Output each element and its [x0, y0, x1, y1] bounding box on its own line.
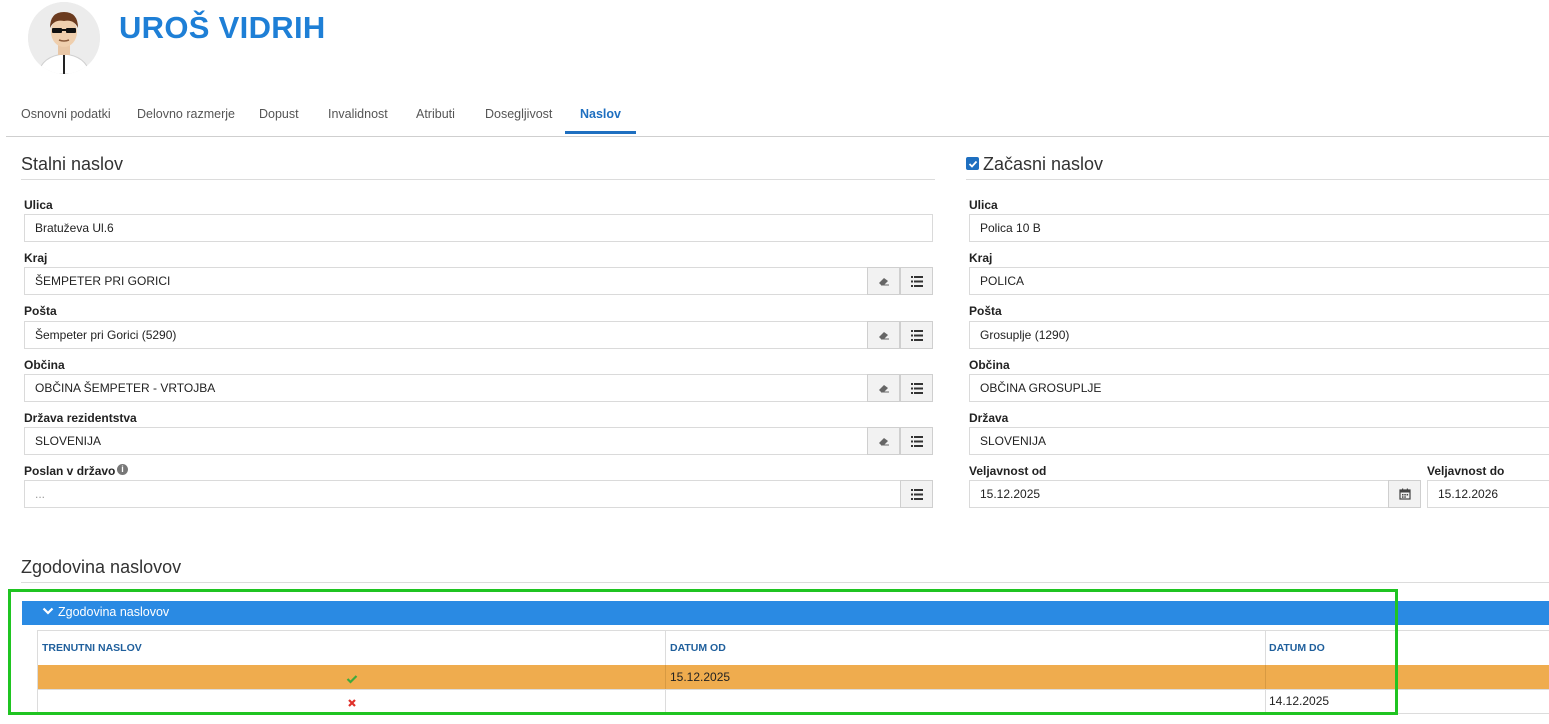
- permanent-country-list-button[interactable]: [900, 427, 933, 455]
- permanent-address-title: Stalni naslov: [21, 154, 124, 174]
- permanent-country-clear-button[interactable]: [867, 427, 900, 455]
- permanent-post-list-button[interactable]: [900, 321, 933, 349]
- permanent-sent-input[interactable]: ...: [24, 480, 901, 508]
- permanent-region-label: Kraj: [24, 251, 48, 265]
- list-icon: [910, 382, 923, 394]
- list-icon: [910, 435, 923, 447]
- temporary-municipality-input[interactable]: OBČINA GROSUPLJE: [969, 374, 1549, 402]
- eraser-icon: [878, 278, 889, 286]
- permanent-street-input[interactable]: Bratuževa Ul.6: [24, 214, 933, 242]
- tab-atributi[interactable]: Atributi: [416, 96, 455, 134]
- valid-from-calendar-button[interactable]: [1388, 480, 1421, 508]
- temporary-country-label: Država: [969, 411, 1009, 425]
- permanent-municipality-input[interactable]: OBČINA ŠEMPETER - VRTOJBA: [24, 374, 868, 402]
- user-avatar-icon: [28, 2, 100, 74]
- permanent-municipality-label: Občina: [24, 358, 65, 372]
- temporary-region-input[interactable]: POLICA: [969, 267, 1549, 295]
- temporary-post-label: Pošta: [969, 304, 1002, 318]
- valid-from-input[interactable]: 15.12.2025: [969, 480, 1389, 508]
- avatar: [28, 2, 100, 74]
- list-icon: [910, 329, 923, 341]
- temporary-street-input[interactable]: Polica 10 B: [969, 214, 1549, 242]
- eraser-icon: [878, 385, 889, 393]
- list-icon: [910, 275, 923, 287]
- history-divider: [21, 582, 1549, 583]
- permanent-post-label: Pošta: [24, 304, 57, 318]
- permanent-municipality-clear-button[interactable]: [867, 374, 900, 402]
- temporary-country-input[interactable]: SLOVENIJA: [969, 427, 1549, 455]
- employee-name: UROŠ VIDRIH: [119, 10, 326, 45]
- temporary-address-title: Začasni naslov: [983, 154, 1104, 174]
- checkmark-icon: [968, 160, 977, 168]
- temporary-address-divider: [966, 179, 1549, 180]
- temporary-post-input[interactable]: Grosuplje (1290): [969, 321, 1549, 349]
- permanent-country-input[interactable]: SLOVENIJA: [24, 427, 868, 455]
- permanent-municipality-list-button[interactable]: [900, 374, 933, 402]
- temporary-address-checkbox[interactable]: [966, 157, 979, 170]
- permanent-region-list-button[interactable]: [900, 267, 933, 295]
- tab-bar: Osnovni podatki Delovno razmerje Dopust …: [6, 96, 1549, 137]
- permanent-sent-list-button[interactable]: [900, 480, 933, 508]
- permanent-region-input[interactable]: ŠEMPETER PRI GORICI: [24, 267, 868, 295]
- tab-dosegljivost[interactable]: Dosegljivost: [485, 96, 552, 134]
- valid-to-label: Veljavnost do: [1427, 464, 1505, 478]
- tab-dopust[interactable]: Dopust: [259, 96, 299, 134]
- permanent-country-label: Država rezidentstva: [24, 411, 137, 425]
- tab-delovno-razmerje[interactable]: Delovno razmerje: [137, 96, 235, 134]
- tab-invalidnost[interactable]: Invalidnost: [328, 96, 388, 134]
- tab-naslov[interactable]: Naslov: [565, 96, 636, 134]
- eraser-icon: [878, 332, 889, 340]
- temporary-street-label: Ulica: [969, 198, 998, 212]
- highlight-frame: [8, 589, 1398, 715]
- permanent-region-clear-button[interactable]: [867, 267, 900, 295]
- valid-to-input[interactable]: 15.12.2026: [1427, 480, 1549, 508]
- temporary-municipality-label: Občina: [969, 358, 1010, 372]
- tab-osnovni-podatki[interactable]: Osnovni podatki: [21, 96, 111, 134]
- calendar-icon: [1398, 488, 1411, 500]
- valid-from-label: Veljavnost od: [969, 464, 1047, 478]
- temporary-region-label: Kraj: [969, 251, 993, 265]
- info-icon[interactable]: i: [117, 464, 128, 475]
- permanent-post-clear-button[interactable]: [867, 321, 900, 349]
- eraser-icon: [878, 438, 889, 446]
- permanent-address-divider: [21, 179, 935, 180]
- permanent-sent-label: Poslan v državo: [24, 464, 116, 478]
- permanent-post-input[interactable]: Šempeter pri Gorici (5290): [24, 321, 868, 349]
- history-title: Zgodovina naslovov: [21, 557, 182, 577]
- list-icon: [910, 488, 923, 500]
- permanent-street-label: Ulica: [24, 198, 53, 212]
